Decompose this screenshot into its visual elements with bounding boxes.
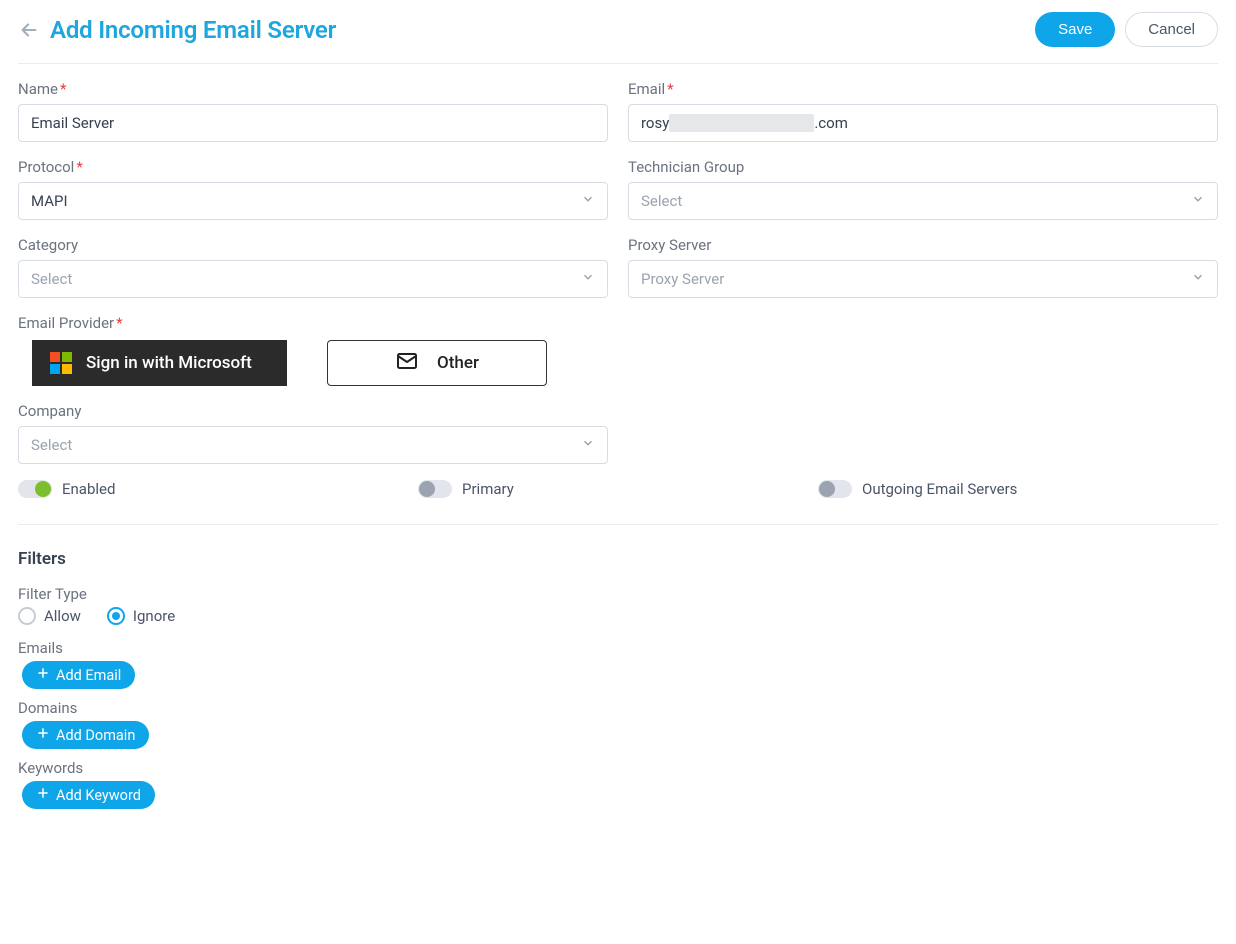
primary-label: Primary [462, 480, 514, 498]
add-keyword-button[interactable]: Add Keyword [22, 781, 155, 809]
page-container: Add Incoming Email Server Save Cancel Na… [0, 0, 1236, 849]
filters-section: Filters Filter Type Allow Ignore Emails … [18, 549, 1218, 809]
proxy-select[interactable]: Proxy Server [628, 260, 1218, 298]
plus-icon [36, 666, 50, 684]
field-protocol: Protocol* MAPI [18, 158, 608, 220]
field-name: Name* Email Server [18, 80, 608, 142]
microsoft-logo-icon [50, 352, 72, 374]
chevron-down-icon [1191, 270, 1205, 288]
cancel-button[interactable]: Cancel [1125, 12, 1218, 47]
field-email: Email* rosy.com [628, 80, 1218, 142]
required-icon: * [60, 80, 66, 98]
email-label: Email [628, 80, 665, 98]
enabled-toggle[interactable] [18, 480, 52, 498]
field-email-provider: Email Provider* Sign in with Microsoft O… [18, 314, 1218, 386]
name-label: Name [18, 80, 58, 98]
emails-label: Emails [18, 639, 1218, 657]
header-left: Add Incoming Email Server [18, 16, 336, 44]
field-technician-group: Technician Group Select [628, 158, 1218, 220]
form-grid: Name* Email Server Email* rosy.com Proto… [18, 80, 1218, 464]
page-title: Add Incoming Email Server [50, 16, 336, 44]
header-actions: Save Cancel [1035, 12, 1218, 47]
domains-label: Domains [18, 699, 1218, 717]
required-icon: * [76, 158, 82, 176]
category-select[interactable]: Select [18, 260, 608, 298]
filters-title: Filters [18, 549, 1218, 569]
company-label: Company [18, 402, 608, 420]
enabled-label: Enabled [62, 480, 115, 498]
other-provider-button[interactable]: Other [327, 340, 547, 386]
chevron-down-icon [581, 436, 595, 454]
save-button[interactable]: Save [1035, 12, 1115, 47]
filter-type-label: Filter Type [18, 585, 1218, 603]
field-category: Category Select [18, 236, 608, 298]
email-input[interactable]: rosy.com [628, 104, 1218, 142]
plus-icon [36, 786, 50, 804]
tech-group-select[interactable]: Select [628, 182, 1218, 220]
filter-allow-radio[interactable]: Allow [18, 607, 81, 625]
tech-group-label: Technician Group [628, 158, 1218, 176]
protocol-select[interactable]: MAPI [18, 182, 608, 220]
chevron-down-icon [581, 192, 595, 210]
filter-ignore-radio[interactable]: Ignore [107, 607, 175, 625]
microsoft-signin-button[interactable]: Sign in with Microsoft [32, 340, 287, 386]
field-proxy-server: Proxy Server Proxy Server [628, 236, 1218, 298]
primary-toggle[interactable] [418, 480, 452, 498]
toggles-row: Enabled Primary Outgoing Email Servers [18, 480, 1218, 525]
back-arrow-icon[interactable] [18, 19, 40, 41]
chevron-down-icon [1191, 192, 1205, 210]
plus-icon [36, 726, 50, 744]
protocol-label: Protocol [18, 158, 74, 176]
field-company: Company Select [18, 402, 608, 464]
redacted-text [669, 114, 814, 132]
category-label: Category [18, 236, 608, 254]
add-email-button[interactable]: Add Email [22, 661, 135, 689]
mail-icon [395, 349, 419, 378]
provider-label: Email Provider [18, 314, 114, 332]
proxy-label: Proxy Server [628, 236, 1218, 254]
outgoing-toggle[interactable] [818, 480, 852, 498]
required-icon: * [116, 314, 122, 332]
company-select[interactable]: Select [18, 426, 608, 464]
keywords-label: Keywords [18, 759, 1218, 777]
required-icon: * [667, 80, 673, 98]
add-domain-button[interactable]: Add Domain [22, 721, 149, 749]
name-input[interactable]: Email Server [18, 104, 608, 142]
outgoing-label: Outgoing Email Servers [862, 480, 1017, 498]
chevron-down-icon [581, 270, 595, 288]
page-header: Add Incoming Email Server Save Cancel [18, 12, 1218, 64]
